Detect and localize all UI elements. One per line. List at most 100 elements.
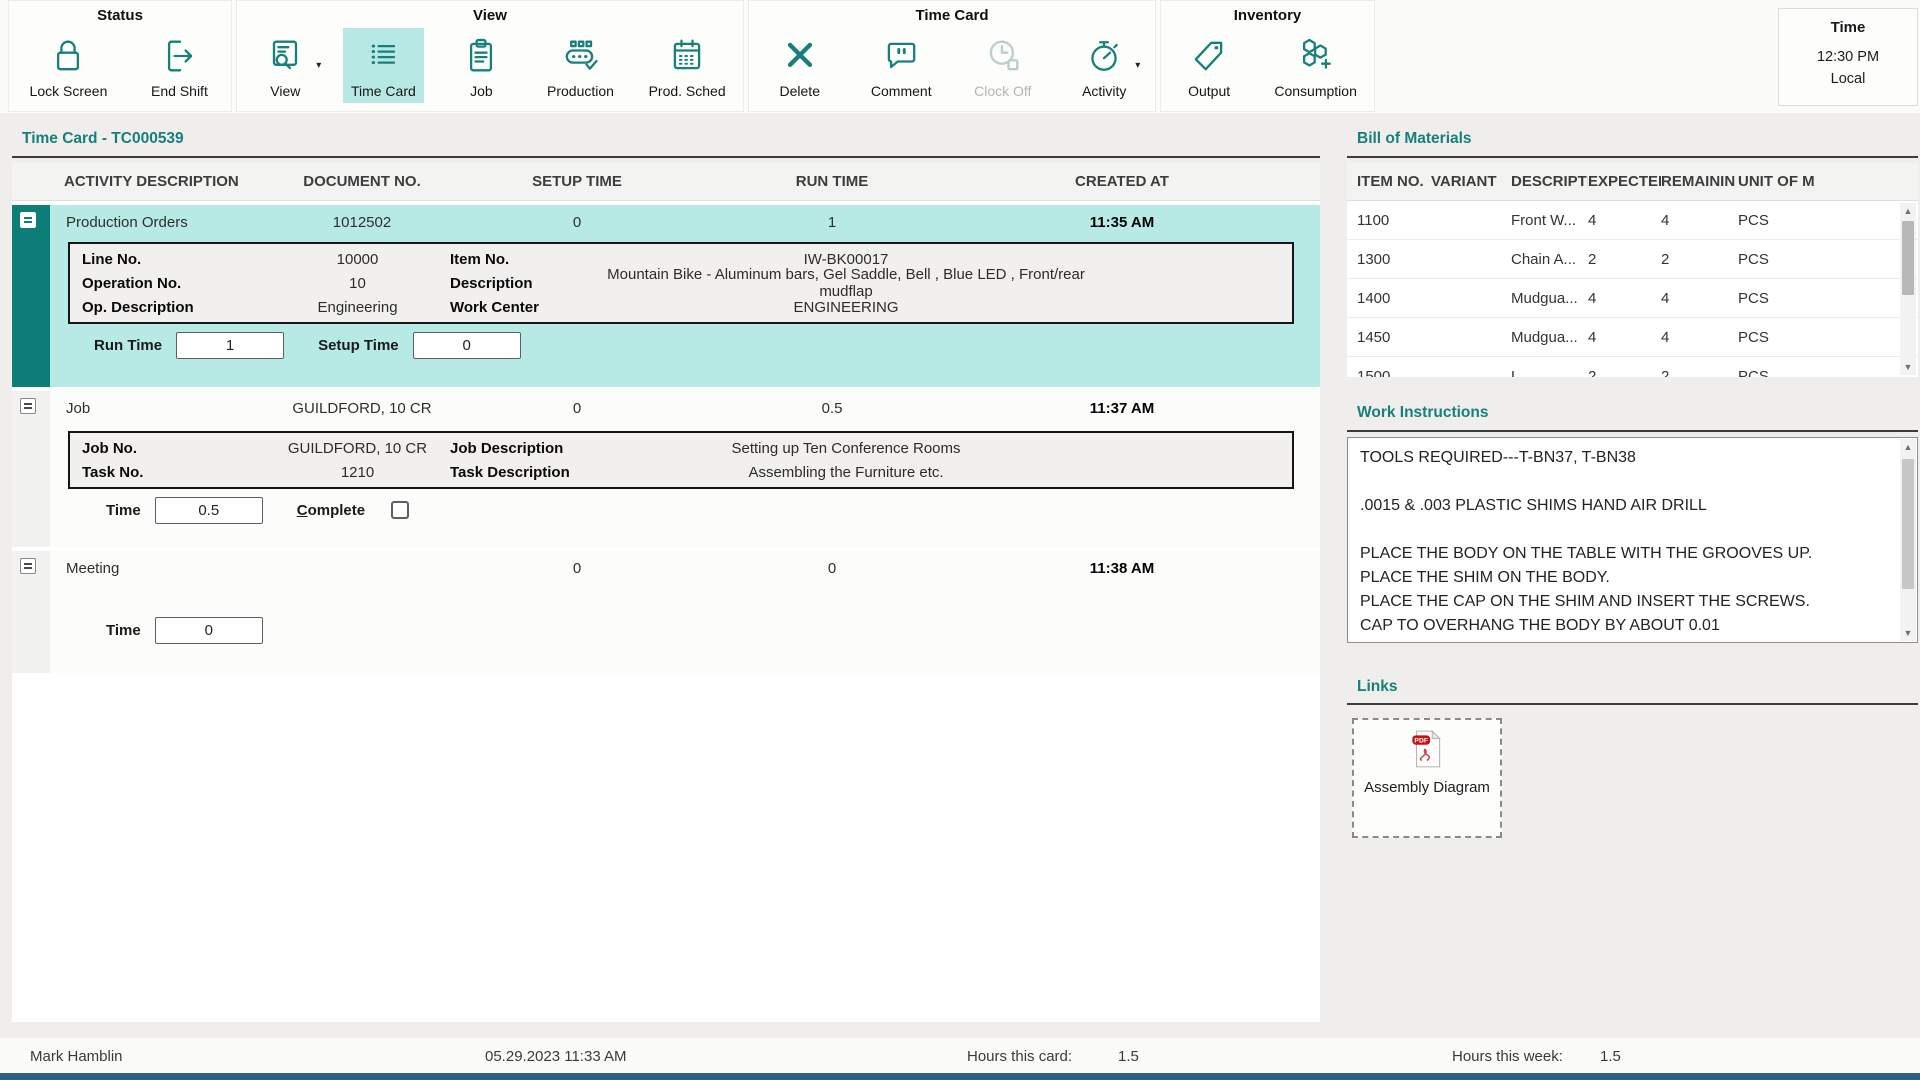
setup-time-label: Setup Time (318, 337, 399, 354)
scroll-down-icon[interactable]: ▼ (1900, 359, 1916, 375)
button-label: Production (547, 83, 614, 99)
bom-row[interactable]: 1400 Mudgua... 4 4 PCS (1347, 279, 1918, 318)
bom-col-variant: VARIANT (1431, 173, 1511, 190)
work-instruction-line (1360, 518, 1891, 542)
work-instructions-scrollbar[interactable]: ▲ ▼ (1900, 439, 1916, 641)
meeting-time-input[interactable] (155, 617, 263, 644)
production-detail-box: Line No. 10000 Item No. IW-BK00017 Opera… (68, 242, 1294, 324)
collapse-row-icon[interactable] (20, 212, 36, 228)
collapse-row-icon[interactable] (20, 398, 36, 414)
consumption-button[interactable]: Consumption (1266, 28, 1365, 103)
scroll-up-icon[interactable]: ▲ (1900, 203, 1916, 219)
button-label: Lock Screen (30, 83, 108, 99)
assembly-diagram-link[interactable]: PDF Assembly Diagram (1352, 718, 1502, 838)
clock-off-button[interactable]: Clock Off (964, 28, 1042, 103)
bom-row[interactable]: 1500 L... 2 2 PCS (1347, 357, 1918, 377)
created-cell: 11:37 AM (972, 400, 1272, 417)
button-label: Clock Off (974, 83, 1031, 99)
button-label: Activity (1082, 83, 1126, 99)
document-cell: 1012502 (262, 214, 462, 231)
work-instructions-box[interactable]: TOOLS REQUIRED---T-BN37, T-BN38 .0015 & … (1347, 437, 1918, 643)
created-cell: 11:38 AM (972, 560, 1272, 577)
operation-no-value: 10 (265, 275, 450, 292)
work-instructions-divider (1347, 430, 1918, 432)
bom-row[interactable]: 1450 Mudgua... 4 4 PCS (1347, 318, 1918, 357)
clock-icon (981, 33, 1025, 79)
comment-button[interactable]: Comment (862, 28, 940, 103)
job-detail-box: Job No. GUILDFORD, 10 CR Job Description… (68, 431, 1294, 489)
column-header-run: RUN TIME (692, 173, 972, 190)
prod-sched-button[interactable]: Prod. Sched (641, 28, 734, 103)
view-button[interactable]: ▾ View (246, 28, 324, 103)
chevron-down-icon[interactable]: ▾ (316, 60, 321, 71)
toolbar-group-label: View (237, 7, 743, 24)
scrollbar-thumb[interactable] (1902, 221, 1914, 295)
work-instruction-line: PLACE THE CAP ON THE SHIM AND INSERT THE… (1360, 590, 1891, 614)
bom-col-description: DESCRIPTI (1511, 173, 1588, 190)
operation-no-label: Operation No. (70, 275, 265, 292)
document-cell: GUILDFORD, 10 CR (262, 400, 462, 417)
hours-this-card-label: Hours this card: (967, 1048, 1072, 1065)
time-label: Time (106, 502, 141, 519)
column-header-created: CREATED AT (972, 173, 1272, 190)
setup-cell: 0 (462, 560, 692, 577)
activity-cell: Meeting (50, 560, 262, 577)
bom-row[interactable]: 1100 Front W... 4 4 PCS (1347, 201, 1918, 240)
job-button[interactable]: Job (442, 28, 520, 103)
button-label: View (270, 83, 300, 99)
end-shift-button[interactable]: End Shift (140, 28, 218, 103)
job-time-input[interactable] (155, 497, 263, 524)
timecard-row-job[interactable]: Job GUILDFORD, 10 CR 0 0.5 11:37 AM Job … (12, 391, 1320, 547)
toolbar-group-label: Status (9, 7, 231, 24)
toolbar: Status Lock Screen End Shift View ▾ (0, 0, 1920, 113)
description-label: Description (450, 275, 600, 292)
scroll-down-icon[interactable]: ▼ (1900, 625, 1916, 641)
lock-screen-button[interactable]: Lock Screen (22, 28, 116, 103)
timecard-row-production-orders[interactable]: Production Orders 1012502 0 1 11:35 AM L… (12, 205, 1320, 387)
work-instruction-line: PLACE THE BODY ON THE TABLE WITH THE GRO… (1360, 542, 1891, 566)
run-time-label: Run Time (94, 337, 162, 354)
timecard-row-meeting[interactable]: Meeting 0 0 11:38 AM Time (12, 551, 1320, 673)
time-card-view-button[interactable]: Time Card (343, 28, 424, 103)
bom-col-item-no: ITEM NO. (1347, 173, 1431, 190)
column-header-document: DOCUMENT NO. (262, 173, 462, 190)
work-center-value: ENGINEERING (600, 299, 1292, 316)
chevron-down-icon[interactable]: ▾ (1135, 60, 1140, 71)
scrollbar-thumb[interactable] (1902, 459, 1914, 589)
setup-time-input[interactable] (413, 332, 521, 359)
scroll-up-icon[interactable]: ▲ (1900, 439, 1916, 455)
time-label: Time (106, 622, 141, 639)
created-cell: 11:35 AM (972, 214, 1272, 231)
op-description-value: Engineering (265, 299, 450, 316)
hours-this-week-value: 1.5 (1600, 1048, 1621, 1065)
user-name: Mark Hamblin (30, 1048, 123, 1065)
delete-button[interactable]: Delete (761, 28, 839, 103)
collapse-row-icon[interactable] (20, 558, 36, 574)
complete-label: Complete (297, 502, 365, 519)
bottom-accent-line (0, 1073, 1920, 1080)
timecard-table: ACTIVITY DESCRIPTION DOCUMENT NO. SETUP … (12, 163, 1320, 1022)
output-button[interactable]: Output (1170, 28, 1248, 103)
op-description-label: Op. Description (70, 299, 265, 316)
bom-scrollbar[interactable]: ▲ ▼ (1900, 203, 1916, 375)
bom-col-remaining: REMAININ (1661, 173, 1738, 190)
button-label: Job (470, 83, 493, 99)
activity-button[interactable]: ▾ Activity (1065, 28, 1143, 103)
current-time: 12:30 PM (1779, 46, 1917, 68)
end-shift-icon (157, 33, 201, 79)
bom-row[interactable]: 1300 Chain A... 2 2 PCS (1347, 240, 1918, 279)
title-divider (12, 156, 1320, 158)
complete-checkbox[interactable] (391, 501, 409, 519)
column-header-setup: SETUP TIME (462, 173, 692, 190)
consumption-hexagons-icon (1294, 33, 1338, 79)
row-gutter (12, 551, 50, 673)
item-no-label: Item No. (450, 251, 600, 268)
run-cell: 0 (692, 560, 972, 577)
lock-icon (46, 33, 90, 79)
task-description-value: Assembling the Furniture etc. (600, 464, 1292, 481)
run-time-input[interactable] (176, 332, 284, 359)
production-button[interactable]: Production (539, 28, 622, 103)
activity-cell: Production Orders (50, 214, 262, 231)
work-instruction-line: PLACE THE SHIM ON THE BODY. (1360, 566, 1891, 590)
work-instruction-line: TIGHTEN THE SCREWS (1360, 638, 1891, 643)
